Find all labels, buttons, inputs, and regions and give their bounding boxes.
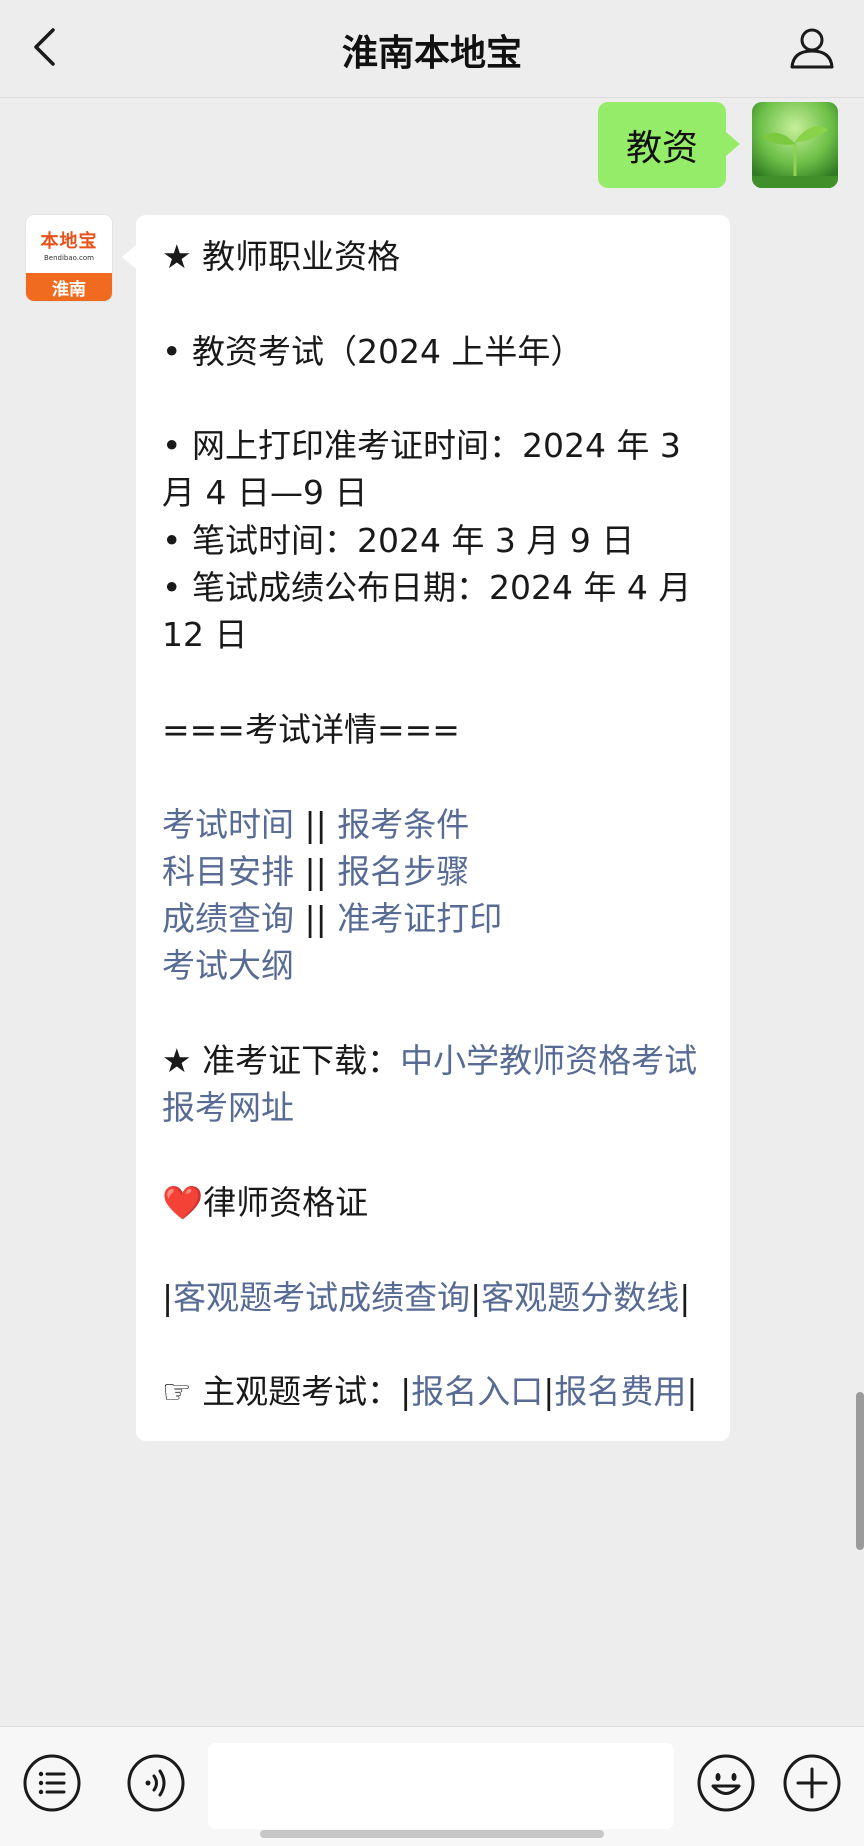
user-message-row: 教资	[597, 102, 838, 188]
link-subjects[interactable]: 科目安排	[162, 852, 294, 891]
link-objective-score[interactable]: 客观题考试成绩查询	[173, 1278, 470, 1317]
user-avatar[interactable]	[752, 102, 838, 188]
link-registration-steps[interactable]: 报名步骤	[337, 852, 469, 891]
subjective-links: ☞ 主观题考试：|报名入口|报名费用|	[162, 1372, 698, 1412]
heart-icon: ❤️	[162, 1182, 204, 1222]
user-message-bubble[interactable]: 教资	[597, 102, 741, 188]
emoji-button[interactable]	[696, 1753, 756, 1813]
score-date: • 笔试成绩公布日期：2024 年 4 月 12 日	[162, 568, 692, 655]
section-title-lawyer: ❤️律师资格证	[162, 1182, 369, 1222]
bot-avatar[interactable]: 本地宝 Bendibao.com 淮南	[26, 215, 112, 301]
link-score-query[interactable]: 成绩查询	[162, 899, 294, 938]
menu-button[interactable]	[22, 1753, 82, 1813]
bendibao-logo: 本地宝 Bendibao.com	[26, 215, 112, 273]
link-exam-time[interactable]: 考试时间	[162, 805, 294, 844]
details-heading: ===考试详情===	[162, 709, 460, 749]
list-menu-icon	[23, 1754, 81, 1812]
page-title: 淮南本地宝	[341, 33, 522, 74]
plus-button[interactable]	[782, 1753, 842, 1813]
link-subjective-entry[interactable]: 报名入口	[411, 1372, 543, 1411]
profile-button[interactable]	[786, 22, 838, 74]
city-label: 淮南	[26, 273, 112, 301]
input-bar	[0, 1726, 864, 1846]
link-admit-card-print[interactable]: 准考证打印	[337, 899, 502, 938]
voice-button[interactable]	[126, 1753, 186, 1813]
bot-message-bubble: ★ 教师职业资格 • 教资考试（2024 上半年） • 网上打印准考证时间：20…	[122, 215, 730, 1442]
links-row: 成绩查询 || 准考证打印	[162, 899, 503, 939]
section-title-teacher: ★ 教师职业资格	[162, 237, 401, 276]
links-row: 考试时间 || 报考条件	[162, 804, 470, 844]
exam-name: • 教资考试（2024 上半年）	[162, 331, 584, 371]
download-line: ★ 准考证下载：中小学教师资格考试报考网址	[162, 1041, 698, 1128]
scrollbar[interactable]	[856, 1392, 864, 1550]
voice-icon	[127, 1754, 185, 1812]
sprout-icon	[752, 102, 838, 188]
person-icon	[790, 28, 834, 69]
link-requirements[interactable]: 报考条件	[337, 805, 469, 844]
link-syllabus[interactable]: 考试大纲	[162, 946, 294, 985]
bot-message-row: 本地宝 Bendibao.com 淮南 ★ 教师职业资格 • 教资考试（2024…	[26, 215, 730, 1442]
link-objective-cutoff[interactable]: 客观题分数线	[481, 1278, 679, 1317]
chat-header: 淮南本地宝	[0, 0, 864, 98]
home-indicator	[260, 1830, 604, 1838]
lawyer-links: |客观题考试成绩查询|客观题分数线|	[162, 1277, 691, 1317]
smiley-icon	[697, 1754, 755, 1812]
plus-icon	[783, 1754, 841, 1812]
message-input[interactable]	[208, 1743, 674, 1829]
print-time: • 网上打印准考证时间：2024 年 3 月 4 日—9 日	[162, 426, 681, 513]
links-row: 科目安排 || 报名步骤	[162, 851, 470, 891]
link-subjective-fee[interactable]: 报名费用	[554, 1372, 686, 1411]
written-time: • 笔试时间：2024 年 3 月 9 日	[162, 520, 635, 560]
links-row: 考试大纲	[162, 942, 708, 989]
user-message-text: 教资	[625, 128, 698, 169]
